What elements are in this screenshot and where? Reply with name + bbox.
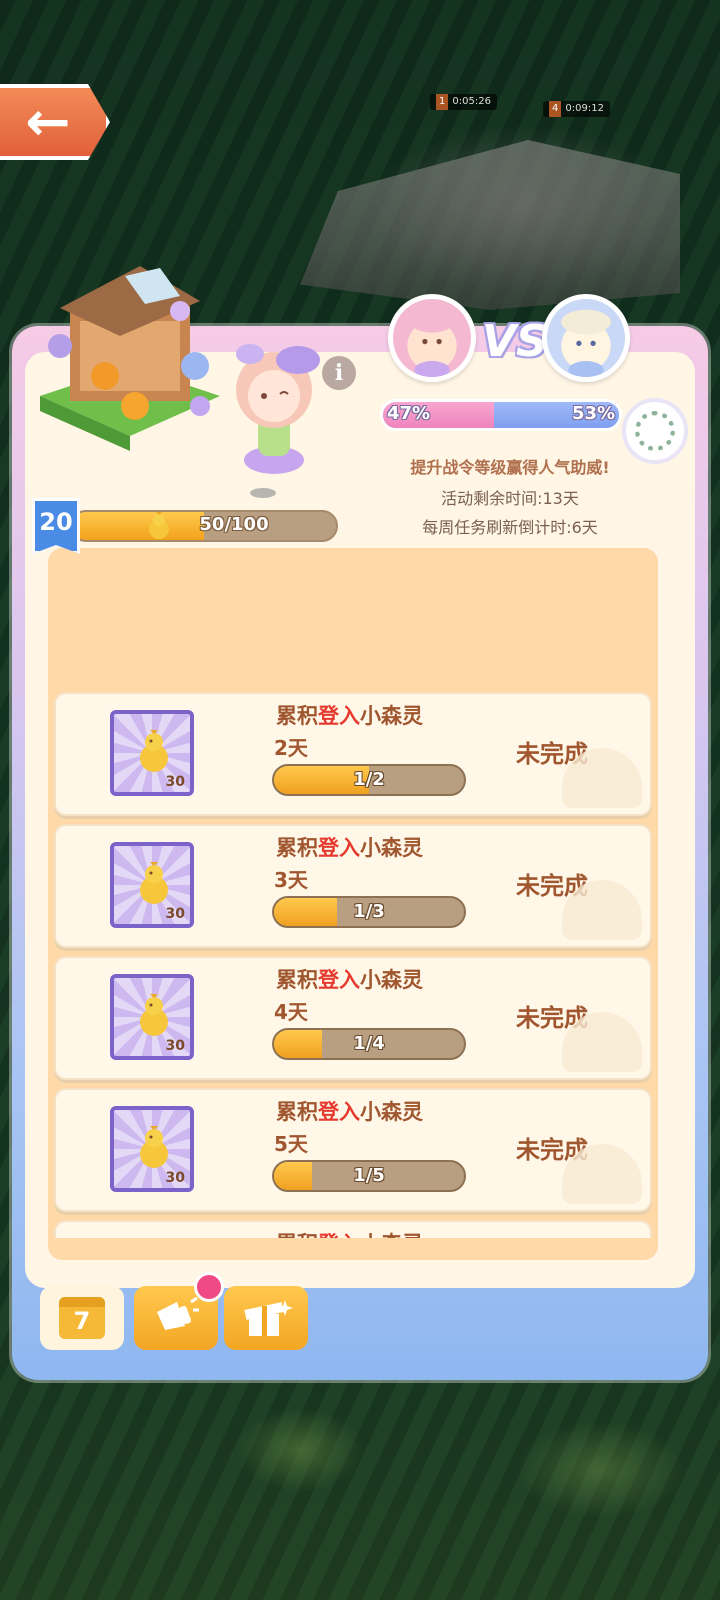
level-progress-text: 50/100 bbox=[199, 514, 269, 535]
task-title: 累积登入小森灵 bbox=[276, 964, 423, 994]
task-title-prefix: 累积 bbox=[276, 1232, 318, 1238]
task-days: 5天 bbox=[274, 1132, 308, 1156]
chick-reward-icon bbox=[140, 1126, 168, 1168]
task-title: 累积登入小森灵 bbox=[276, 832, 423, 862]
task-progress-bar: 1/3 bbox=[272, 896, 466, 928]
right-team-percent: 53% bbox=[572, 403, 616, 424]
info-button[interactable]: i bbox=[322, 356, 356, 390]
task-title: 累积登入小森灵 bbox=[276, 700, 423, 730]
task-progress-bar: 1/5 bbox=[272, 1160, 466, 1192]
task-days: 4天 bbox=[274, 1000, 308, 1024]
task-title: 累积登入小森灵 bbox=[276, 1228, 423, 1238]
reward-card[interactable]: 30 bbox=[110, 1106, 194, 1192]
chick-reward-icon bbox=[140, 862, 168, 904]
task-title-suffix: 小森灵 bbox=[360, 704, 423, 728]
task-list-container[interactable]: 30 累积登入小森灵 2天 1/2 未完成 30 累积登入小森灵 3天 1/3 未完成 30 累积登入… bbox=[48, 548, 658, 1260]
level-progress-bar: 50/100 bbox=[70, 510, 338, 542]
white-fairy-portrait-icon bbox=[561, 309, 611, 377]
task-row[interactable]: 30 累积登入小森灵 2天 1/2 未完成 bbox=[54, 692, 652, 816]
task-title-prefix: 累积 bbox=[276, 704, 318, 728]
left-team-percent: 47% bbox=[387, 403, 431, 424]
task-title-keyword: 登入 bbox=[318, 704, 360, 728]
task-progress-bar: 1/4 bbox=[272, 1028, 466, 1060]
vs-label: VS bbox=[482, 316, 548, 367]
chick-reward-icon bbox=[140, 730, 168, 772]
task-title-suffix: 小森灵 bbox=[360, 1232, 423, 1238]
reward-card[interactable]: 30 bbox=[110, 710, 194, 796]
event-remaining-time: 活动剩余时间:13天 bbox=[441, 489, 579, 508]
page-indicator-dot bbox=[250, 488, 276, 498]
task-progress-bar: 1/2 bbox=[272, 764, 466, 796]
right-team-avatar bbox=[542, 294, 630, 382]
weekly-refresh-countdown: 每周任务刷新倒计时:6天 bbox=[422, 518, 598, 537]
reward-quantity: 30 bbox=[165, 774, 185, 790]
task-row[interactable]: 累积登入小森灵 bbox=[54, 1220, 652, 1238]
task-title-keyword: 登入 bbox=[318, 836, 360, 860]
task-progress-text: 1/4 bbox=[353, 1033, 385, 1054]
hud-timer-1-num: 1 bbox=[436, 94, 449, 110]
chick-currency-icon bbox=[149, 512, 169, 539]
cheer-horn-icon bbox=[157, 1296, 199, 1330]
reward-card[interactable]: 30 bbox=[110, 842, 194, 928]
task-days: 2天 bbox=[274, 736, 308, 760]
task-row[interactable]: 30 累积登入小森灵 3天 1/3 未完成 bbox=[54, 824, 652, 948]
task-progress-text: 1/3 bbox=[353, 901, 385, 922]
back-button[interactable]: ← bbox=[0, 84, 110, 160]
task-title: 累积登入小森灵 bbox=[276, 1096, 423, 1126]
task-days: 3天 bbox=[274, 868, 308, 892]
flower-wreath-icon bbox=[635, 411, 675, 451]
notification-badge bbox=[194, 1272, 224, 1302]
task-progress-text: 1/5 bbox=[353, 1165, 385, 1186]
tree-house-illustration bbox=[40, 266, 220, 451]
hud-timer-2-num: 4 bbox=[549, 101, 562, 117]
task-title-suffix: 小森灵 bbox=[360, 968, 423, 992]
task-title-suffix: 小森灵 bbox=[360, 1100, 423, 1124]
task-title-keyword: 登入 bbox=[318, 1100, 360, 1124]
reward-quantity: 30 bbox=[165, 1170, 185, 1186]
task-title-keyword: 登入 bbox=[318, 1232, 360, 1238]
task-progress-text: 1/2 bbox=[353, 769, 385, 790]
back-arrow-icon: ← bbox=[25, 90, 71, 153]
promo-text: 提升战令等级赢得人气助威! bbox=[410, 458, 610, 477]
reward-quantity: 30 bbox=[165, 906, 185, 922]
task-row[interactable]: 30 累积登入小森灵 4天 1/4 未完成 bbox=[54, 956, 652, 1080]
fairy-character-illustration bbox=[236, 344, 320, 474]
hud-timer-1: 1 0:05:26 bbox=[430, 94, 497, 110]
task-title-prefix: 累积 bbox=[276, 836, 318, 860]
reward-card[interactable]: 30 bbox=[110, 974, 194, 1060]
task-row[interactable]: 30 累积登入小森灵 5天 1/5 未完成 bbox=[54, 1088, 652, 1212]
task-title-prefix: 累积 bbox=[276, 968, 318, 992]
tab-gifts[interactable] bbox=[224, 1286, 308, 1350]
chick-reward-icon bbox=[140, 994, 168, 1036]
pink-fairy-portrait-icon bbox=[408, 307, 456, 377]
tab-daily-tasks[interactable]: 7 bbox=[40, 1286, 124, 1350]
hud-timer-2-time: 0:09:12 bbox=[565, 103, 604, 114]
gift-icon bbox=[244, 1300, 293, 1336]
task-title-suffix: 小森灵 bbox=[360, 836, 423, 860]
task-list[interactable]: 30 累积登入小森灵 2天 1/2 未完成 30 累积登入小森灵 3天 1/3 未完成 30 累积登入… bbox=[54, 692, 652, 1238]
left-team-avatar bbox=[388, 294, 476, 382]
hud-timer-1-time: 0:05:26 bbox=[452, 96, 491, 107]
hud-timer-2: 4 0:09:12 bbox=[543, 101, 610, 117]
task-title-keyword: 登入 bbox=[318, 968, 360, 992]
calendar-icon: 7 bbox=[59, 1297, 105, 1339]
task-title-prefix: 累积 bbox=[276, 1100, 318, 1124]
reward-quantity: 30 bbox=[165, 1038, 185, 1054]
